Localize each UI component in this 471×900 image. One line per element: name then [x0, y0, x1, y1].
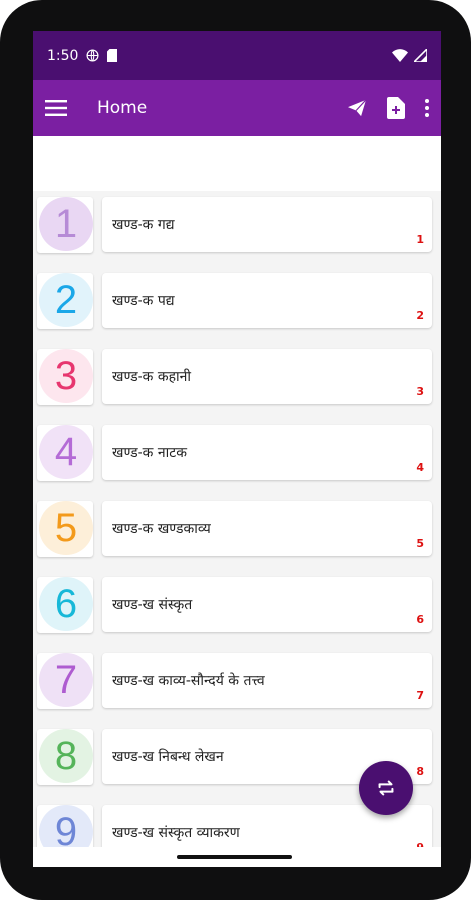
list-item[interactable]: 1 खण्ड-क गद्य 1	[33, 191, 441, 267]
chapter-page-number: 2	[416, 309, 424, 322]
chapter-title: खण्ड-ख संस्कृत व्याकरण	[112, 825, 240, 841]
add-document-icon[interactable]	[387, 97, 405, 119]
chapter-title: खण्ड-ख निबन्ध लेखन	[112, 749, 224, 765]
chapter-page-number: 8	[416, 765, 424, 778]
number-circle: 6	[39, 577, 93, 631]
chapter-title: खण्ड-ख संस्कृत	[112, 597, 193, 613]
chapter-page-number: 5	[416, 537, 424, 550]
screen: 1:50 Home 1 खण्ड-क गद्य 1 2 खण्ड-क पद्य …	[33, 31, 441, 847]
number-circle: 2	[39, 273, 93, 327]
chapter-card[interactable]: खण्ड-ख संस्कृत 6	[102, 577, 432, 632]
list-item[interactable]: 2 खण्ड-क पद्य 2	[33, 267, 441, 343]
list-item[interactable]: 5 खण्ड-क खण्डकाव्य 5	[33, 495, 441, 571]
chapter-page-number: 6	[416, 613, 424, 626]
chapter-list: 1 खण्ड-क गद्य 1 2 खण्ड-क पद्य 2 3 खण्ड-क कहानी 3…	[33, 136, 441, 847]
page-title: Home	[97, 98, 148, 118]
status-bar: 1:50	[33, 31, 441, 80]
chapter-title: खण्ड-क खण्डकाव्य	[112, 521, 211, 537]
chapter-card[interactable]: खण्ड-क कहानी 3	[102, 349, 432, 404]
chapter-page-number: 1	[416, 233, 424, 246]
list-item[interactable]: 6 खण्ड-ख संस्कृत 6	[33, 571, 441, 647]
number-badge: 9	[37, 805, 93, 847]
chapter-title: खण्ड-क गद्य	[112, 217, 175, 233]
number-circle: 7	[39, 653, 93, 707]
chapter-title: खण्ड-क कहानी	[112, 369, 192, 385]
menu-icon[interactable]	[45, 99, 67, 117]
chapter-card[interactable]: खण्ड-क नाटक 4	[102, 425, 432, 480]
app-bar: Home	[33, 80, 441, 136]
number-badge: 7	[37, 653, 93, 709]
number-circle: 5	[39, 501, 93, 555]
number-badge: 1	[37, 197, 93, 253]
number-circle: 1	[39, 197, 93, 251]
number-circle: 9	[39, 805, 93, 847]
swap-icon	[375, 777, 397, 799]
number-badge: 8	[37, 729, 93, 785]
chapter-title: खण्ड-क पद्य	[112, 293, 175, 309]
chapter-title: खण्ड-ख काव्य-सौन्दर्य के तत्त्व	[112, 673, 265, 689]
wifi-icon	[392, 49, 408, 62]
swap-button[interactable]	[359, 761, 413, 815]
more-vert-icon[interactable]	[425, 99, 429, 117]
chapter-page-number: 4	[416, 461, 424, 474]
status-time: 1:50	[47, 47, 79, 64]
home-indicator[interactable]	[177, 855, 292, 859]
list-item[interactable]: 4 खण्ड-क नाटक 4	[33, 419, 441, 495]
sim-icon	[107, 49, 118, 62]
number-badge: 4	[37, 425, 93, 481]
chapter-card[interactable]: खण्ड-क खण्डकाव्य 5	[102, 501, 432, 556]
number-circle: 4	[39, 425, 93, 479]
number-circle: 8	[39, 729, 93, 783]
number-circle: 3	[39, 349, 93, 403]
number-badge: 5	[37, 501, 93, 557]
list-item[interactable]: 3 खण्ड-क कहानी 3	[33, 343, 441, 419]
chapter-card[interactable]: खण्ड-ख काव्य-सौन्दर्य के तत्त्व 7	[102, 653, 432, 708]
list-item[interactable]: 7 खण्ड-ख काव्य-सौन्दर्य के तत्त्व 7	[33, 647, 441, 723]
number-badge: 3	[37, 349, 93, 405]
globe-icon	[86, 49, 99, 62]
chapter-title: खण्ड-क नाटक	[112, 445, 188, 461]
number-badge: 2	[37, 273, 93, 329]
chapter-card[interactable]: खण्ड-क पद्य 2	[102, 273, 432, 328]
chapter-card[interactable]: खण्ड-क गद्य 1	[102, 197, 432, 252]
signal-icon	[414, 49, 427, 62]
chapter-page-number: 3	[416, 385, 424, 398]
chapter-page-number: 7	[416, 689, 424, 702]
device-frame: 1:50 Home 1 खण्ड-क गद्य 1 2 खण्ड-क पद्य …	[0, 0, 471, 900]
send-icon[interactable]	[347, 99, 367, 117]
number-badge: 6	[37, 577, 93, 633]
list-top-spacer	[33, 136, 441, 191]
